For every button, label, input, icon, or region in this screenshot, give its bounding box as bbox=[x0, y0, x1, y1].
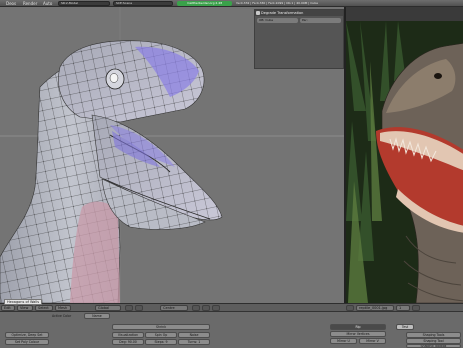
subtab-noise[interactable]: Noise bbox=[178, 332, 210, 338]
mirror-v-button[interactable]: Mirror V bbox=[359, 338, 386, 344]
image-editor-pane[interactable] bbox=[344, 7, 463, 303]
mirror-u-button[interactable]: Mirror U bbox=[330, 338, 357, 344]
reference-photo bbox=[346, 21, 463, 303]
screen-selector[interactable]: SR:2-Model bbox=[58, 1, 110, 6]
url-badge: mattherberder.org 2.48 bbox=[177, 1, 232, 6]
3d-view-header: Edit View Select Mesh Global Centre bbox=[0, 303, 344, 311]
degree-field[interactable]: Deg: 90.00 bbox=[112, 339, 144, 345]
image-editor-header: reptile_0001.jpg 1 bbox=[344, 303, 463, 311]
shrink-button[interactable]: Shrink bbox=[112, 324, 210, 330]
menu-item-auto[interactable]: Auto bbox=[43, 1, 52, 6]
floating-menu-label[interactable]: Hexagons of Walls bbox=[4, 299, 43, 305]
transform-properties-panel[interactable]: Degrade Transformation OB: Cube Par: bbox=[254, 9, 344, 69]
menu-item-deos[interactable]: Deos bbox=[6, 1, 16, 6]
steps-field[interactable]: Steps: 9 bbox=[145, 339, 177, 345]
subtab-spin-op[interactable]: Spin Op bbox=[145, 332, 177, 338]
test-tab[interactable]: Test bbox=[396, 324, 414, 330]
close-icon[interactable] bbox=[256, 11, 260, 15]
active-color-label: Active Color bbox=[52, 314, 72, 318]
name-field[interactable]: Name bbox=[84, 313, 110, 319]
scene-selector[interactable]: SCE:Scene bbox=[113, 1, 173, 6]
mirror-vertices-button[interactable]: Mirror Vertices bbox=[330, 331, 386, 337]
set-poly-colour-button[interactable]: Set Poly Colour bbox=[5, 339, 49, 345]
top-menu-bar: Deos Render Auto SR:2-Model SCE:Scene ma… bbox=[0, 0, 463, 7]
buttons-window: Active Color Name Optimize, Deep Set Set… bbox=[0, 311, 463, 348]
shaping-toolbox-button[interactable]: Shaping Toolbox bbox=[406, 344, 461, 348]
scene-stats: Ve:0-332 | Fa:0-330 | Fa:0-1099 | Ob:1 |… bbox=[236, 1, 319, 5]
subtab-visualization[interactable]: Visualization bbox=[112, 332, 144, 338]
object-name-field[interactable]: OB: Cube bbox=[257, 18, 298, 23]
menu-item-render[interactable]: Render bbox=[23, 1, 37, 6]
panel-title: Degrade Transformation bbox=[255, 10, 343, 16]
optimize-button[interactable]: Optimize, Deep Set bbox=[5, 332, 49, 338]
parent-field[interactable]: Par: bbox=[300, 18, 341, 23]
turns-field[interactable]: Turns: 1 bbox=[178, 339, 210, 345]
rip-button[interactable]: Rip bbox=[330, 324, 386, 330]
